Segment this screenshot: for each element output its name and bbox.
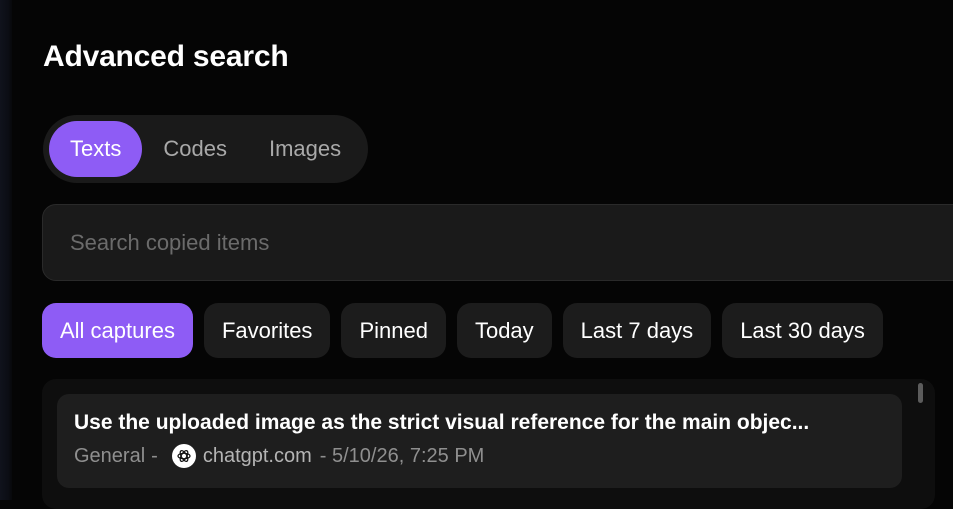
advanced-search-panel: Advanced search Texts Codes Images All c… [12,0,953,509]
tab-texts[interactable]: Texts [49,121,143,177]
filter-today[interactable]: Today [456,303,552,358]
tab-images[interactable]: Images [248,121,362,177]
results-scrollbar[interactable] [918,383,923,403]
time-filter-chips: All captures Favorites Pinned Today Last… [42,303,883,358]
result-separator: - [151,445,158,467]
filter-all-captures[interactable]: All captures [42,303,193,358]
filter-last-7-days[interactable]: Last 7 days [562,303,712,358]
result-timestamp: - 5/10/26, 7:25 PM [319,445,485,467]
search-box [42,204,953,281]
filter-pinned[interactable]: Pinned [341,303,446,358]
tab-codes[interactable]: Codes [142,121,248,177]
list-item[interactable]: Use the uploaded image as the strict vis… [57,394,902,488]
result-source: chatgpt.com [202,445,312,467]
search-input[interactable] [68,228,953,257]
filter-last-30-days[interactable]: Last 30 days [722,303,883,358]
filter-favorites[interactable]: Favorites [203,303,331,358]
chatgpt-logo-icon [171,444,196,468]
page-title: Advanced search [43,40,289,73]
content-type-tabs: Texts Codes Images [43,115,369,183]
result-collection: General [74,445,146,467]
result-title: Use the uploaded image as the strict vis… [74,411,810,434]
result-meta: General - chatgpt.com - 5/10/26, 7:25 PM [74,444,885,468]
